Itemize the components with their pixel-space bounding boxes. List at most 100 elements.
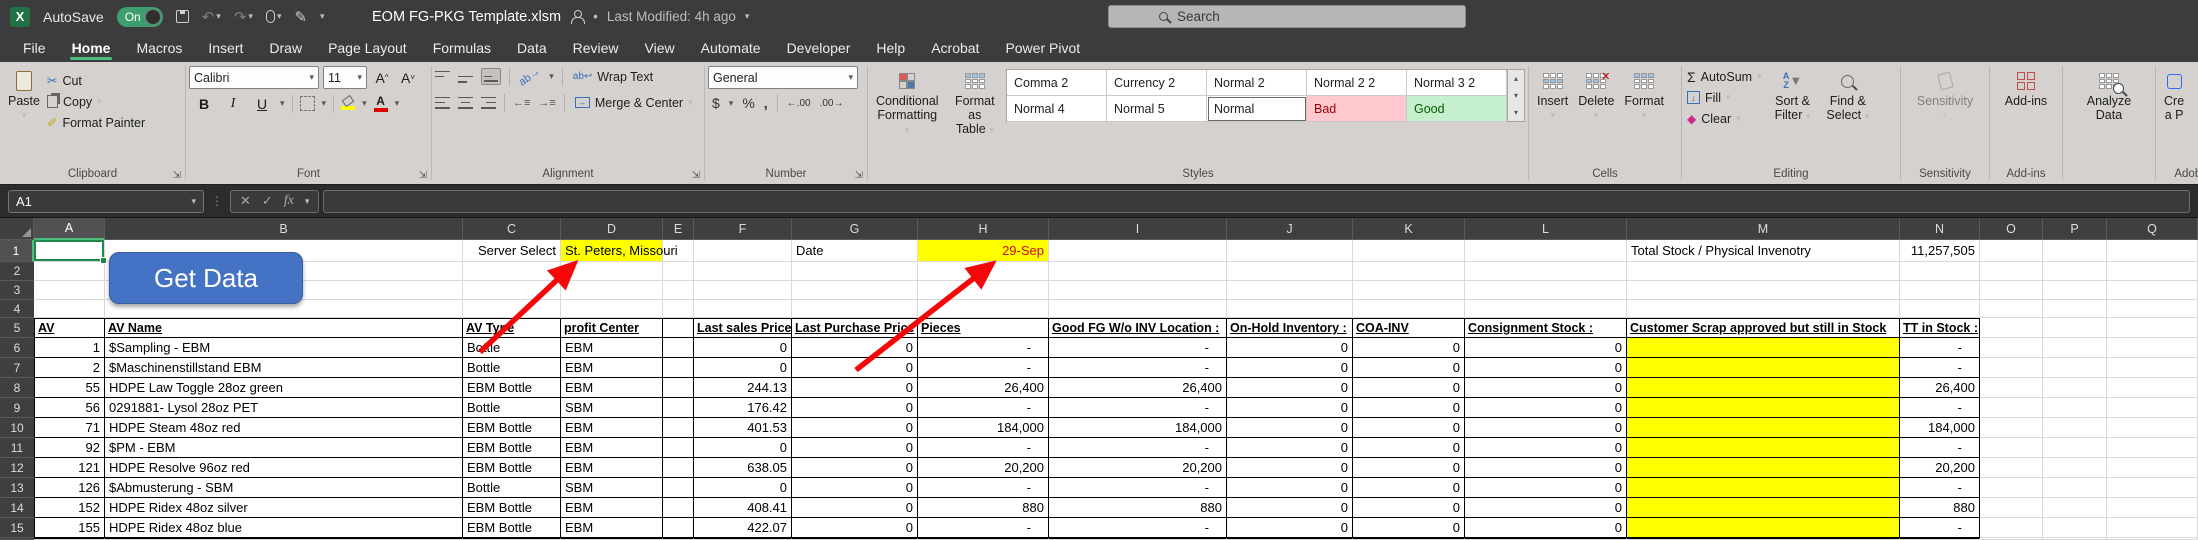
cell-F5[interactable]: Last sales Price [694, 318, 792, 338]
cell-F11[interactable]: 0 [694, 438, 792, 458]
cell-O8[interactable] [1980, 378, 2043, 398]
cell-F3[interactable] [694, 281, 792, 300]
cell-P14[interactable] [2043, 498, 2107, 518]
cell-H7[interactable]: - [918, 358, 1049, 378]
row-header-6[interactable]: 6 [0, 338, 34, 358]
cell-L11[interactable]: 0 [1465, 438, 1627, 458]
cell-J10[interactable]: 0 [1227, 418, 1353, 438]
cancel-formula-icon[interactable]: ✕ [240, 193, 251, 209]
cell-D12[interactable]: EBM [561, 458, 663, 478]
cell-J7[interactable]: 0 [1227, 358, 1353, 378]
cell-O15[interactable] [1980, 518, 2043, 538]
cell-A5[interactable]: AV [34, 318, 105, 338]
col-header-B[interactable]: B [105, 218, 463, 240]
cell-A6[interactable]: 1 [34, 338, 105, 358]
cell-O11[interactable] [1980, 438, 2043, 458]
underline-chevron-icon[interactable]: ▾ [280, 98, 285, 109]
share-person-icon[interactable] [570, 10, 584, 23]
cell-Q13[interactable] [2107, 478, 2198, 498]
cell-N11[interactable]: - [1900, 438, 1980, 458]
col-header-F[interactable]: F [694, 218, 792, 240]
cell-B8[interactable]: HDPE Law Toggle 28oz green [105, 378, 463, 398]
cell-G1[interactable]: Date [792, 240, 918, 262]
delete-cells-button[interactable]: ✕ Delete▾ [1573, 66, 1619, 166]
get-data-button[interactable]: Get Data [109, 252, 303, 304]
cell-B9[interactable]: 0291881- Lysol 28oz PET [105, 398, 463, 418]
cell-H2[interactable] [918, 262, 1049, 281]
cell-E3[interactable] [663, 281, 694, 300]
row-header-10[interactable]: 10 [0, 418, 34, 438]
draw-pen-icon[interactable]: ✎ [294, 8, 307, 26]
cell-K13[interactable]: 0 [1353, 478, 1465, 498]
cell-G10[interactable]: 0 [792, 418, 918, 438]
cell-H10[interactable]: 184,000 [918, 418, 1049, 438]
cell-C14[interactable]: EBM Bottle [463, 498, 561, 518]
cell-J13[interactable]: 0 [1227, 478, 1353, 498]
cell-P12[interactable] [2043, 458, 2107, 478]
cell-A12[interactable]: 121 [34, 458, 105, 478]
tab-acrobat[interactable]: Acrobat [918, 33, 992, 62]
cell-I3[interactable] [1049, 281, 1227, 300]
cell-E4[interactable] [663, 300, 694, 318]
style-good[interactable]: Good [1407, 96, 1507, 122]
cell-P10[interactable] [2043, 418, 2107, 438]
copy-button[interactable]: Copy ▾ [45, 91, 147, 112]
cell-F15[interactable]: 422.07 [694, 518, 792, 538]
cell-B14[interactable]: HDPE Ridex 48oz silver [105, 498, 463, 518]
cell-B10[interactable]: HDPE Steam 48oz red [105, 418, 463, 438]
cell-L10[interactable]: 0 [1465, 418, 1627, 438]
cell-J1[interactable] [1227, 240, 1353, 262]
style-normal[interactable]: Normal [1207, 96, 1307, 122]
cell-B12[interactable]: HDPE Resolve 96oz red [105, 458, 463, 478]
cell-A3[interactable] [34, 281, 105, 300]
cell-I14[interactable]: 880 [1049, 498, 1227, 518]
cell-A14[interactable]: 152 [34, 498, 105, 518]
comma-style-icon[interactable]: , [764, 95, 768, 111]
cell-M4[interactable] [1627, 300, 1900, 318]
decrease-indent-icon[interactable]: ←≡ [513, 97, 530, 109]
tab-home[interactable]: Home [59, 33, 124, 62]
cell-K7[interactable]: 0 [1353, 358, 1465, 378]
cell-F13[interactable]: 0 [694, 478, 792, 498]
cell-M11[interactable] [1627, 438, 1900, 458]
borders-button[interactable] [300, 96, 315, 111]
cell-N2[interactable] [1900, 262, 1980, 281]
cell-M14[interactable] [1627, 498, 1900, 518]
col-header-G[interactable]: G [792, 218, 918, 240]
cell-G8[interactable]: 0 [792, 378, 918, 398]
cell-P13[interactable] [2043, 478, 2107, 498]
format-cells-button[interactable]: Format▾ [1619, 66, 1669, 166]
cell-I7[interactable]: - [1049, 358, 1227, 378]
tab-automate[interactable]: Automate [688, 33, 774, 62]
cell-B13[interactable]: $Abmusterung - SBM [105, 478, 463, 498]
cell-L14[interactable]: 0 [1465, 498, 1627, 518]
font-size-select[interactable]: 11▾ [323, 66, 367, 89]
cell-I2[interactable] [1049, 262, 1227, 281]
cell-G3[interactable] [792, 281, 918, 300]
insert-function-icon[interactable]: fx [284, 193, 294, 209]
row-header-3[interactable]: 3 [0, 281, 34, 300]
cell-J2[interactable] [1227, 262, 1353, 281]
cell-H3[interactable] [918, 281, 1049, 300]
clipboard-dialog-launcher-icon[interactable]: ⇲ [173, 171, 181, 181]
borders-chevron-icon[interactable]: ▾ [322, 98, 327, 109]
cell-H5[interactable]: Pieces [918, 318, 1049, 338]
row-header-8[interactable]: 8 [0, 378, 34, 398]
cell-M7[interactable] [1627, 358, 1900, 378]
cell-Q9[interactable] [2107, 398, 2198, 418]
col-header-A[interactable]: A [34, 218, 105, 240]
cell-K3[interactable] [1353, 281, 1465, 300]
increase-indent-icon[interactable]: →≡ [538, 97, 555, 109]
cell-B7[interactable]: $Maschinenstillstand EBM [105, 358, 463, 378]
align-middle-icon[interactable] [458, 71, 473, 83]
col-header-M[interactable]: M [1627, 218, 1900, 240]
cell-D9[interactable]: SBM [561, 398, 663, 418]
cell-C4[interactable] [463, 300, 561, 318]
style-currency-2[interactable]: Currency 2 [1107, 70, 1207, 96]
cell-F9[interactable]: 176.42 [694, 398, 792, 418]
align-top-icon[interactable] [435, 71, 450, 83]
cell-C13[interactable]: Bottle [463, 478, 561, 498]
cell-I6[interactable]: - [1049, 338, 1227, 358]
style-normal-2-2[interactable]: Normal 2 2 [1307, 70, 1407, 96]
cell-A9[interactable]: 56 [34, 398, 105, 418]
